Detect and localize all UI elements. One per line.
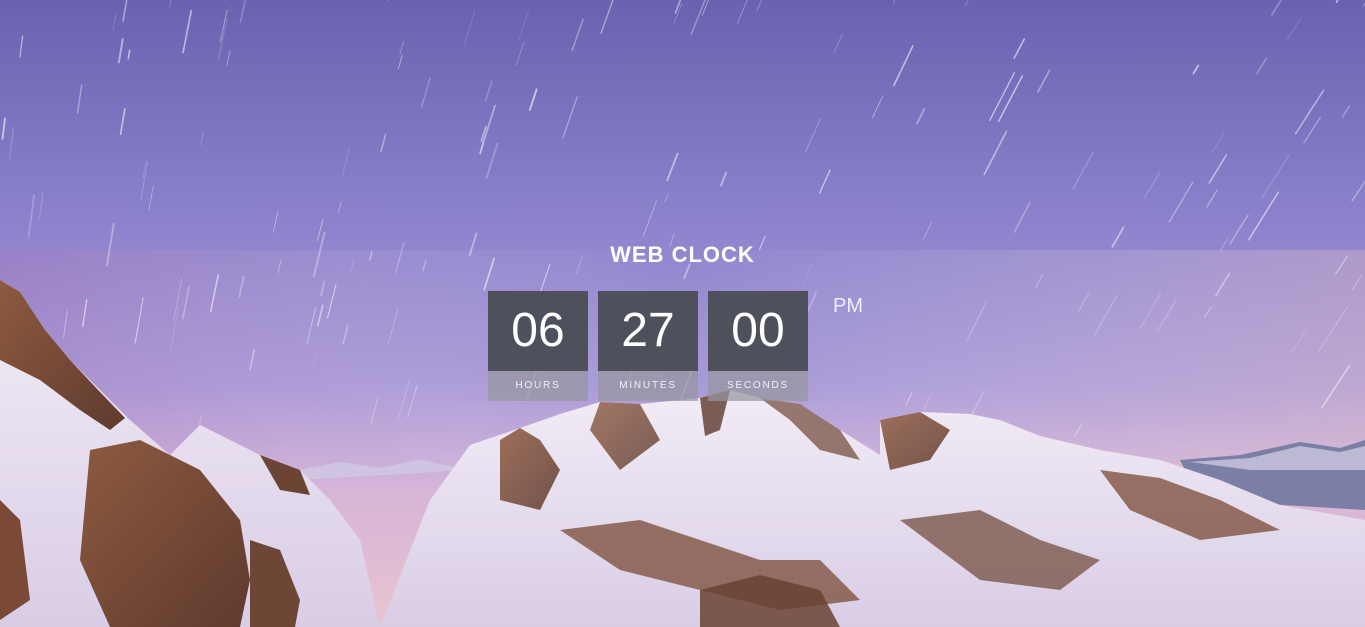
minutes-value: 27 bbox=[598, 291, 698, 371]
clock-title: WEB CLOCK bbox=[610, 242, 755, 267]
seconds-value: 00 bbox=[708, 291, 808, 371]
minutes-box: 27 MINUTES bbox=[598, 291, 698, 401]
hours-value: 06 bbox=[488, 291, 588, 371]
ampm-indicator: PM bbox=[833, 295, 863, 317]
seconds-label: SECONDS bbox=[708, 371, 808, 401]
minutes-label: MINUTES bbox=[598, 371, 698, 401]
hours-label: HOURS bbox=[488, 371, 588, 401]
seconds-box: 00 SECONDS bbox=[708, 291, 808, 401]
hours-box: 06 HOURS bbox=[488, 291, 588, 401]
